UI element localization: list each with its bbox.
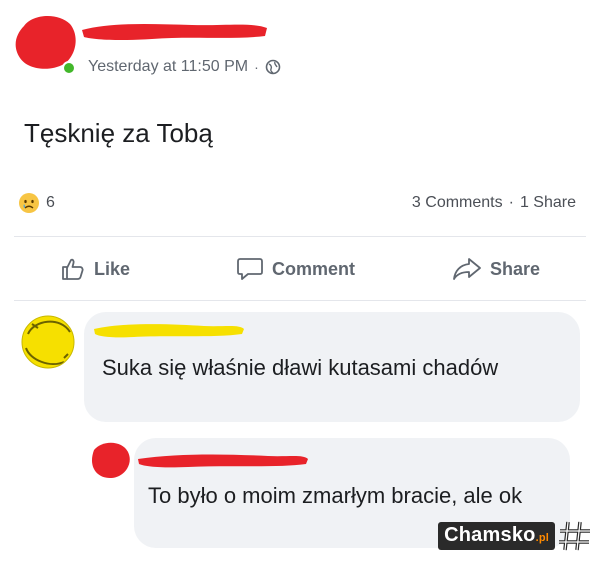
hash-logo-icon bbox=[559, 521, 590, 551]
divider bbox=[14, 300, 586, 301]
share-button[interactable]: Share bbox=[452, 256, 540, 282]
comment-bubble[interactable]: Suka się właśnie dławi kutasami chadów bbox=[84, 312, 580, 422]
online-status-dot bbox=[62, 61, 76, 75]
post-stats: 3 Comments · 1 Share bbox=[412, 194, 576, 212]
commenter-avatar-redacted[interactable] bbox=[20, 314, 76, 370]
shares-count[interactable]: 1 Share bbox=[520, 194, 576, 212]
reaction-count: 6 bbox=[46, 194, 55, 211]
watermark: Chamsko.pl bbox=[438, 520, 592, 552]
reply-avatar-redacted[interactable] bbox=[88, 440, 132, 480]
divider bbox=[14, 236, 586, 237]
redacted-name bbox=[82, 24, 267, 41]
post-timestamp[interactable]: Yesterday at 11:50 PM bbox=[88, 58, 248, 76]
share-arrow-icon bbox=[453, 258, 481, 280]
post-text: Tęsknię za Tobą bbox=[24, 118, 213, 148]
stats-separator: · bbox=[508, 194, 514, 211]
share-label: Share bbox=[490, 258, 541, 279]
reactions-summary[interactable]: 6 bbox=[18, 192, 55, 214]
sad-reaction-icon bbox=[19, 193, 39, 213]
thumbs-up-icon bbox=[62, 258, 84, 280]
like-label: Like bbox=[94, 258, 131, 279]
redacted-reply-name bbox=[138, 454, 308, 468]
watermark-brand: Chamsko.pl bbox=[438, 522, 555, 550]
comment-label: Comment bbox=[272, 258, 356, 279]
comment-text: Suka się właśnie dławi kutasami chadów bbox=[102, 355, 499, 380]
comment-button[interactable]: Comment bbox=[236, 256, 355, 282]
reply-text: To było o moim zmarłym bracie, ale ok bbox=[148, 483, 523, 508]
speech-bubble-icon bbox=[237, 258, 263, 280]
redacted-commenter-name bbox=[94, 324, 244, 338]
globe-icon bbox=[265, 59, 281, 75]
meta-separator: · bbox=[254, 59, 259, 75]
like-button[interactable]: Like bbox=[60, 256, 130, 282]
comments-count[interactable]: 3 Comments bbox=[412, 194, 503, 212]
post-meta: Yesterday at 11:50 PM · bbox=[88, 58, 281, 76]
